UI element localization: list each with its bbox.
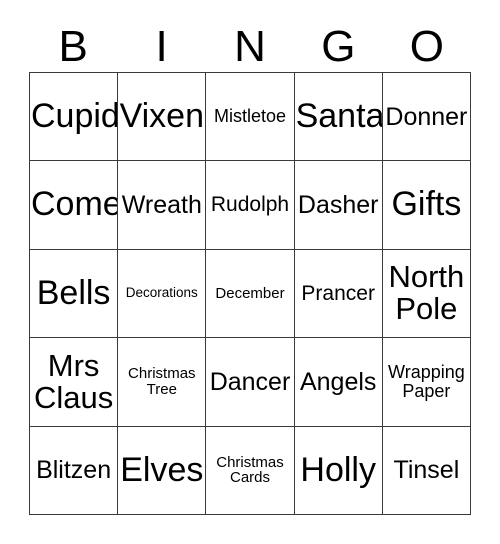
bingo-cell[interactable]: Rudolph <box>206 161 295 250</box>
bingo-cell-label: Dasher <box>297 191 379 220</box>
bingo-cell[interactable]: Wreath <box>118 161 207 250</box>
bingo-cell-label: Rudolph <box>210 193 290 217</box>
bingo-header-letter-g: G <box>321 22 356 71</box>
bingo-cell-label: Cupid <box>31 97 119 136</box>
bingo-cell[interactable]: Mrs Claus <box>30 338 119 427</box>
bingo-cell-label: Holly <box>300 450 376 489</box>
bingo-card: B I N G O Cupid Vixen Mistletoe Santa Donner Come… <box>0 0 500 544</box>
bingo-cell-label: Christmas Tree <box>128 365 196 398</box>
bingo-cell[interactable]: Christmas Cards <box>206 426 295 515</box>
bingo-header-letter-i: I <box>155 22 168 71</box>
bingo-cell[interactable]: Blitzen <box>30 426 119 515</box>
bingo-cell[interactable]: Prancer <box>294 249 383 339</box>
bingo-cell-label: Santa <box>295 97 383 136</box>
bingo-cell-label: Come <box>31 185 119 224</box>
bingo-cell[interactable]: Mistletoe <box>206 73 295 162</box>
bingo-cell[interactable]: Christmas Tree <box>118 338 207 427</box>
bingo-cell[interactable]: Holly <box>294 426 383 515</box>
bingo-cell-label: Elves <box>120 450 204 489</box>
bingo-cell[interactable]: December <box>206 249 295 339</box>
bingo-cell[interactable]: Come <box>30 161 119 250</box>
bingo-grid: Cupid Vixen Mistletoe Santa Donner Come Wreath… <box>29 72 471 515</box>
bingo-header-row: BINGO <box>29 22 471 72</box>
bingo-cell[interactable]: Bells <box>30 249 119 339</box>
bingo-cell-label: Dancer <box>209 367 291 396</box>
bingo-cell[interactable]: Angels <box>294 338 383 427</box>
bingo-cell[interactable]: Tinsel <box>382 426 471 515</box>
bingo-cell-label: Gifts <box>391 185 462 224</box>
bingo-cell-label: Prancer <box>301 281 375 305</box>
bingo-cell[interactable]: Dancer <box>206 338 295 427</box>
bingo-cell[interactable]: Gifts <box>382 161 471 250</box>
bingo-header-letter-o: O <box>409 22 444 71</box>
bingo-cell-label: Decorations <box>125 285 198 301</box>
bingo-cell-label: Christmas Cards <box>216 453 284 487</box>
bingo-cell-label: Blitzen <box>36 456 112 485</box>
bingo-cell-label: Wreath <box>121 191 202 220</box>
bingo-cell-label: Bells <box>36 273 111 312</box>
bingo-cell-label: Tinsel <box>393 456 460 485</box>
bingo-cell-label: Mrs Claus <box>33 347 114 415</box>
bingo-cell[interactable]: Dasher <box>294 161 383 250</box>
bingo-cell-label: Vixen <box>119 97 204 136</box>
bingo-header-letter-b: B <box>58 22 88 71</box>
bingo-cell[interactable]: Cupid <box>30 73 119 162</box>
bingo-cell[interactable]: Elves <box>118 426 207 515</box>
bingo-cell[interactable]: Wrapping Paper <box>382 338 471 427</box>
bingo-cell-label: Wrapping Paper <box>388 362 465 401</box>
bingo-cell-label: December <box>215 284 285 302</box>
bingo-cell[interactable]: Decorations <box>118 249 207 339</box>
bingo-cell[interactable]: Santa <box>294 73 383 162</box>
bingo-cell-label: North Pole <box>388 259 465 327</box>
bingo-cell[interactable]: North Pole <box>382 249 471 339</box>
bingo-cell[interactable]: Donner <box>382 73 471 162</box>
bingo-cell-label: Donner <box>385 102 468 131</box>
bingo-header-letter-n: N <box>234 22 266 71</box>
bingo-cell[interactable]: Vixen <box>118 73 207 162</box>
bingo-cell-label: Angels <box>299 367 377 396</box>
bingo-cell-label: Mistletoe <box>213 106 286 127</box>
